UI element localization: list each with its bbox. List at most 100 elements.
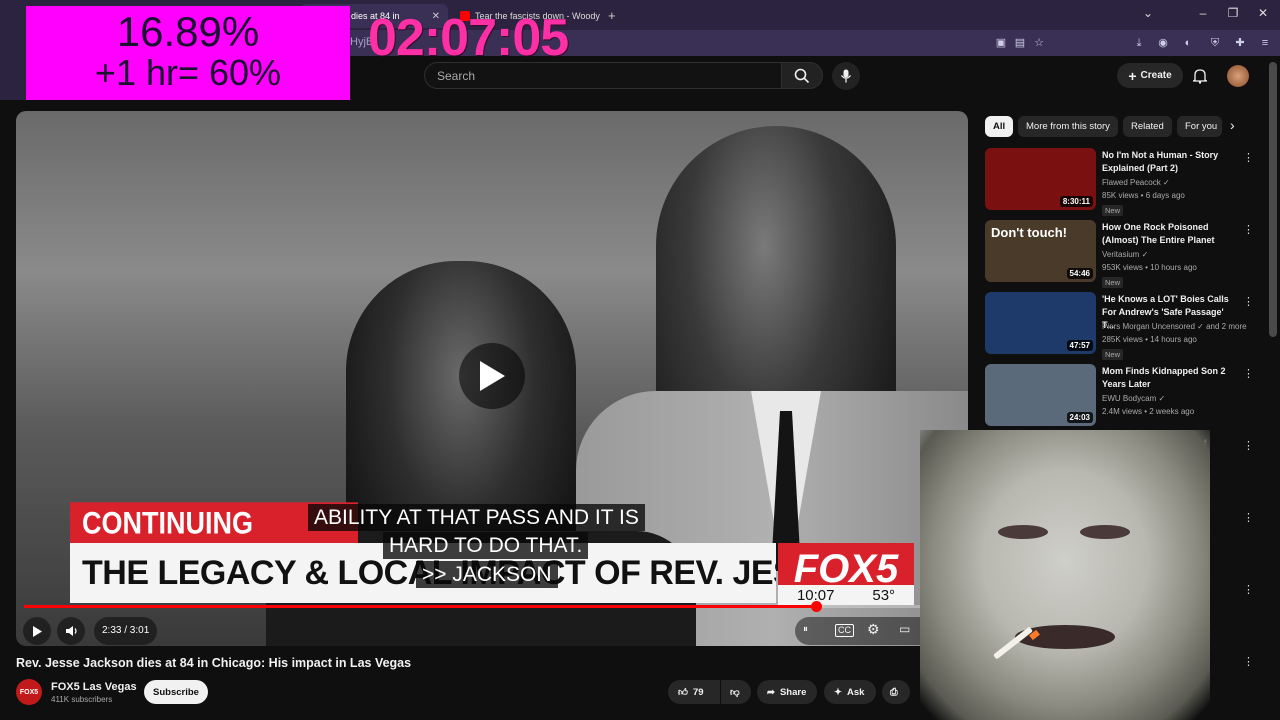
recommendation-channel[interactable]: EWU Bodycam ✓ [1102,394,1165,403]
create-label: Create [1140,70,1172,81]
page-scrollbar[interactable] [1269,62,1277,337]
shield-icon[interactable]: ⛨ [1208,36,1222,50]
share-arrow-icon: ➦ [767,686,775,698]
microphone-icon [840,69,852,83]
dislike-button[interactable]: 👎︎ [721,680,751,704]
channel-avatar[interactable]: FOX5 [16,679,42,705]
play-icon [480,361,505,391]
search-icon [794,68,810,83]
percent-value: 16.89% [116,8,260,55]
ask-button[interactable]: ✦ Ask [824,680,876,704]
thumbnail-text: Don't touch! [991,225,1068,240]
chip-for-you[interactable]: For you [1177,116,1222,137]
duration-badge: 54:46 [1066,268,1093,279]
video-thumbnail[interactable]: Don't touch! 54:46 [985,220,1096,282]
recommendation-meta: 285K views • 14 hours ago [1102,335,1197,344]
minimize-icon[interactable]: – [1188,6,1218,20]
new-badge: New [1102,349,1124,360]
recommendation-item[interactable]: Don't touch! 54:46 How One Rock Poisoned (… [985,220,1257,288]
downloads-icon[interactable]: ⤓ [1132,36,1146,50]
recommendation-channel[interactable]: Veritasium ✓ [1102,250,1148,259]
reader-view-icon[interactable]: ▤ [1013,36,1027,50]
settings-gear-icon[interactable]: ⚙ [867,621,880,638]
more-options-icon[interactable]: ⋮ [1243,151,1254,164]
extensions-icon[interactable]: ✚ [1233,36,1247,50]
channel-name[interactable]: FOX5 Las Vegas [51,681,137,693]
video-thumbnail[interactable]: 24:03 [985,364,1096,426]
new-badge: New [1102,205,1124,216]
progress-fill [24,605,817,608]
new-tab-icon[interactable]: + [608,8,616,23]
duration-badge: 8:30:11 [1059,196,1093,207]
account-icon[interactable]: ◉ [1156,36,1170,50]
chip-related[interactable]: Related [1123,116,1172,137]
user-avatar[interactable] [1227,65,1249,87]
theater-mode-icon[interactable]: ▭ [899,622,910,636]
duration-badge: 47:57 [1066,340,1093,351]
bookmark-star-icon[interactable]: ☆ [1032,36,1046,50]
like-count: 79 [692,686,704,698]
recommendation-channel[interactable]: Piers Morgan Uncensored ✓ and 2 more [1102,322,1247,331]
subscribe-button[interactable]: Subscribe [144,680,208,704]
more-options-icon[interactable]: ⋮ [1243,223,1254,236]
play-overlay-button[interactable] [459,343,525,409]
video-title: Rev. Jesse Jackson dies at 84 in Chicago… [16,656,412,670]
chip-more-from-story[interactable]: More from this story [1018,116,1118,137]
save-button[interactable]: ⎙ [882,680,910,704]
video-thumbnail[interactable]: 47:57 [985,292,1096,354]
volume-icon[interactable]: ◐ [1181,36,1195,50]
close-window-icon[interactable]: ✕ [1248,6,1278,20]
tab-list-chevron-icon[interactable]: ⌄ [1133,6,1163,20]
verified-icon: ✓ [1162,178,1170,187]
mute-button[interactable] [57,617,85,645]
recommendation-meta: 2.4M views • 2 weeks ago [1102,407,1195,416]
share-button[interactable]: ➦ Share [757,680,817,704]
pause-autoplay-icon[interactable]: ⏸ [803,624,808,635]
more-options-icon[interactable]: ⋮ [1243,367,1254,380]
video-thumbnail[interactable]: 8:30:11 [985,148,1096,210]
caption-line-1: ABILITY AT THAT PASS AND IT IS [308,504,645,531]
monkey-eye-right [1080,525,1130,539]
recommendation-meta: 953K views • 10 hours ago [1102,263,1197,272]
more-options-icon[interactable]: ⋮ [1243,583,1254,596]
thumbs-down-icon: 👎︎ [730,687,740,698]
video-player[interactable]: CONTINUING COVERAGE THE LEGACY & LOCAL I… [16,111,968,646]
more-options-icon[interactable]: ⋮ [1243,439,1254,452]
recommendation-item[interactable]: 24:03 Mom Finds Kidnapped Son 2 Years Lat… [985,364,1257,428]
voice-search-button[interactable] [832,62,860,90]
chevron-right-icon[interactable]: › [1230,117,1235,133]
recommendation-title[interactable]: No I'm Not a Human - Story Explained (Pa… [1102,149,1232,175]
captions-icon[interactable]: CC [835,624,854,637]
recommendation-channel[interactable]: Flawed Peacock ✓ [1102,178,1170,187]
chip-all[interactable]: All [985,116,1014,137]
progress-bar[interactable] [24,601,956,612]
new-badge: New [1102,277,1124,288]
recommendation-item[interactable]: 47:57 'He Knows a LOT' Boies Calls For An… [985,292,1257,360]
more-options-icon[interactable]: ⋮ [1243,295,1254,308]
recommendation-title[interactable]: Mom Finds Kidnapped Son 2 Years Later [1102,365,1232,391]
create-button[interactable]: + Create [1117,63,1183,88]
notifications-button[interactable] [1190,66,1210,86]
search-button[interactable] [781,62,823,89]
subscriber-count: 411K subscribers [51,695,113,704]
stream-timer: 02:07:05 [368,9,569,67]
more-options-icon[interactable]: ⋮ [1243,655,1254,668]
recommendation-item[interactable]: 8:30:11 No I'm Not a Human - Story Explai… [985,148,1257,216]
volume-icon [65,626,77,636]
duration-badge: 24:03 [1066,412,1093,423]
share-label: Share [779,686,807,698]
search-input[interactable]: Search [424,62,782,89]
monkey-webcam-overlay [920,430,1210,720]
play-button[interactable] [23,617,51,645]
picture-in-picture-icon[interactable]: ▣ [994,36,1008,50]
bell-icon [1193,69,1207,84]
recommendation-meta: 85K views • 6 days ago [1102,191,1185,200]
sparkle-icon: ✦ [834,686,842,698]
like-button[interactable]: 👍︎ 79 [668,680,720,704]
recommendation-title[interactable]: How One Rock Poisoned (Almost) The Entir… [1102,221,1232,247]
more-options-icon[interactable]: ⋮ [1243,511,1254,524]
menu-icon[interactable]: ≡ [1258,36,1272,50]
ask-label: Ask [846,686,865,698]
station-clock: 10:07 53° [778,585,914,605]
restore-icon[interactable]: ❐ [1218,6,1248,20]
